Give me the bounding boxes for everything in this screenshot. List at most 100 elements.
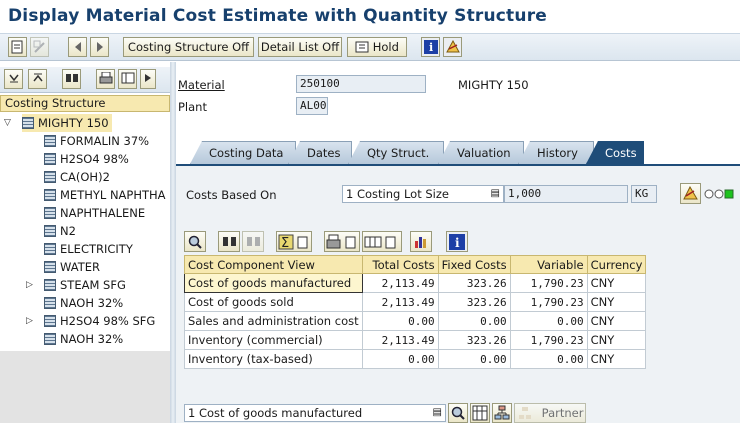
table-row[interactable]: Inventory (tax-based) 0.00 0.00 0.00 CNY	[184, 349, 647, 369]
tree-item-label: WATER	[60, 260, 100, 274]
previous-icon[interactable]	[68, 37, 87, 57]
table-cell[interactable]: 2,113.49	[361, 330, 439, 350]
table-header-row: Cost Component View Total Costs Fixed Co…	[184, 255, 647, 274]
cost-view-value: 1 Cost of goods manufactured	[188, 406, 363, 420]
print-icon[interactable]	[96, 69, 115, 89]
column-header[interactable]: Total Costs	[361, 255, 439, 274]
table-cell[interactable]: 0.00	[361, 349, 439, 369]
cost-view-select[interactable]: 1 Cost of goods manufactured ▤	[184, 404, 446, 422]
hold-button[interactable]: Hold	[347, 37, 407, 57]
print-list-icon[interactable]	[324, 231, 360, 252]
table-cell[interactable]: 0.00	[509, 311, 588, 331]
layout-icon[interactable]	[118, 69, 137, 89]
zoom-icon[interactable]	[448, 403, 468, 423]
column-header[interactable]: Currency	[586, 255, 647, 274]
tree-item[interactable]: FORMALIN 37%	[44, 132, 149, 150]
table-cell[interactable]: CNY	[586, 273, 647, 293]
table-cell[interactable]: 0.00	[361, 311, 439, 331]
detail-list-off-button[interactable]: Detail List Off	[258, 37, 342, 57]
info-icon[interactable]: i	[446, 231, 468, 252]
collapse-all-icon[interactable]	[28, 69, 47, 89]
more-options-icon[interactable]	[140, 69, 156, 89]
tree-item[interactable]: METHYL NAPHTHA	[44, 186, 166, 204]
table-cell[interactable]: 1,790.23	[509, 330, 588, 350]
table-cell[interactable]: 323.26	[437, 273, 511, 293]
tree-item-label: ELECTRICITY	[60, 242, 133, 256]
tab-valuation[interactable]: Valuation	[438, 141, 524, 164]
tree-item[interactable]: CA(OH)2	[44, 168, 110, 186]
new-document-icon[interactable]	[8, 37, 27, 57]
material-icon	[44, 189, 56, 201]
expand-all-icon[interactable]	[4, 69, 23, 89]
tree-root-node[interactable]: MIGHTY 150	[22, 114, 112, 132]
table-cell[interactable]: 323.26	[437, 292, 511, 312]
dropdown-icon: ▤	[432, 407, 442, 418]
grid-toolbar: Σ i	[184, 231, 624, 253]
table-cell[interactable]: 0.00	[437, 349, 511, 369]
table-cell[interactable]: CNY	[586, 330, 647, 350]
material-field[interactable]: 250100	[296, 75, 426, 93]
expand-node-icon[interactable]: ▷	[26, 280, 34, 290]
column-header[interactable]: Fixed Costs	[437, 255, 511, 274]
table-cell[interactable]: 2,113.49	[361, 273, 439, 293]
display-change-icon[interactable]	[30, 37, 49, 57]
table-cell[interactable]: Inventory (commercial)	[184, 330, 363, 350]
expand-node-icon[interactable]: ▷	[26, 316, 34, 326]
tab-history[interactable]: History	[518, 141, 594, 164]
tree-item[interactable]: NAPHTHALENE	[44, 204, 145, 222]
table-cell[interactable]: Sales and administration cost	[184, 311, 363, 331]
tab-costs[interactable]: Costs	[586, 141, 644, 164]
tree-item[interactable]: H2SO4 98%	[44, 150, 129, 168]
table-cell[interactable]: Cost of goods manufactured	[184, 273, 363, 293]
table-cell[interactable]: 0.00	[509, 349, 588, 369]
costing-structure-off-button[interactable]: Costing Structure Off	[123, 37, 254, 57]
tab-qty-struct[interactable]: Qty Struct.	[348, 141, 444, 164]
tree-item[interactable]: NAOH 32%	[44, 294, 123, 312]
table-cell[interactable]: 1,790.23	[509, 292, 588, 312]
table-cell[interactable]: CNY	[586, 311, 647, 331]
partner-button[interactable]: Partner	[514, 403, 586, 423]
page-title: Display Material Cost Estimate with Quan…	[8, 6, 548, 26]
table-row[interactable]: Cost of goods manufactured 2,113.49 323.…	[184, 273, 647, 293]
table-cell[interactable]: 2,113.49	[361, 292, 439, 312]
table-cell[interactable]: Inventory (tax-based)	[184, 349, 363, 369]
total-icon[interactable]: Σ	[276, 231, 312, 252]
table-row[interactable]: Sales and administration cost 0.00 0.00 …	[184, 311, 647, 331]
tree-item[interactable]: WATER	[44, 258, 100, 276]
material-icon	[44, 225, 56, 237]
tab-costing-data[interactable]: Costing Data	[190, 141, 296, 164]
table-cell[interactable]: CNY	[586, 349, 647, 369]
costs-based-on-select[interactable]: 1 Costing Lot Size ▤	[342, 185, 504, 203]
change-layout-icon[interactable]	[362, 231, 402, 252]
application-toolbar: Costing Structure Off Detail List Off Ho…	[0, 34, 740, 61]
column-header[interactable]: Variable	[509, 255, 588, 274]
tab-dates[interactable]: Dates	[288, 141, 352, 164]
table-cell[interactable]: 323.26	[437, 330, 511, 350]
table-cell[interactable]: 1,790.23	[509, 273, 588, 293]
table-cell[interactable]: CNY	[586, 292, 647, 312]
hierarchy-icon[interactable]	[492, 403, 512, 423]
table-cell[interactable]: 0.00	[437, 311, 511, 331]
column-header[interactable]: Cost Component View	[184, 255, 363, 274]
hold-button-label: Hold	[372, 40, 399, 54]
find-next-icon[interactable]	[242, 231, 264, 252]
find-icon[interactable]	[62, 69, 81, 89]
details-icon[interactable]	[184, 231, 206, 252]
tree-item[interactable]: N2	[44, 222, 76, 240]
find-icon[interactable]	[218, 231, 240, 252]
graphic-icon[interactable]	[410, 231, 432, 252]
plant-field[interactable]: AL00	[296, 97, 328, 115]
grid-view-icon[interactable]	[470, 403, 490, 423]
tree-item[interactable]: NAOH 32%	[44, 330, 123, 348]
cost-analysis-icon[interactable]	[680, 183, 701, 204]
tree-item[interactable]: STEAM SFG	[44, 276, 126, 294]
analysis-icon[interactable]	[443, 37, 462, 57]
table-row[interactable]: Cost of goods sold 2,113.49 323.26 1,790…	[184, 292, 647, 312]
tree-item[interactable]: ELECTRICITY	[44, 240, 133, 258]
next-icon[interactable]	[90, 37, 109, 57]
collapse-node-icon[interactable]: ▽	[4, 118, 12, 128]
info-icon[interactable]: i	[421, 37, 440, 57]
table-row[interactable]: Inventory (commercial) 2,113.49 323.26 1…	[184, 330, 647, 350]
table-cell[interactable]: Cost of goods sold	[184, 292, 363, 312]
tree-item[interactable]: H2SO4 98% SFG	[44, 312, 155, 330]
